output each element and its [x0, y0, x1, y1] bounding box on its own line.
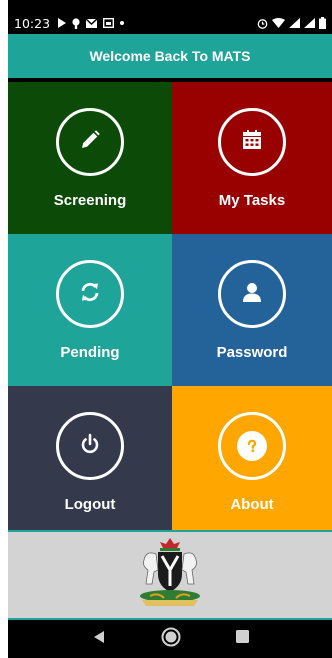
tile-label: Screening: [53, 192, 127, 209]
status-time: 10:23: [14, 15, 51, 31]
alarm-icon: [257, 18, 268, 29]
coat-of-arms-icon: [128, 536, 212, 615]
logout-tile[interactable]: Logout: [8, 386, 172, 530]
icon-circle: [218, 412, 286, 480]
my-tasks-tile[interactable]: My Tasks: [172, 82, 332, 234]
icon-circle: [56, 412, 124, 480]
signal-icon: [289, 18, 300, 28]
password-tile[interactable]: Password: [172, 234, 332, 386]
system-nav-bar: [8, 620, 332, 658]
pending-tile[interactable]: Pending: [8, 234, 172, 386]
location-pin-icon: [72, 17, 80, 29]
calendar-icon: [241, 129, 263, 156]
tile-label: About: [230, 496, 274, 513]
play-icon: [58, 18, 67, 28]
page-title: Welcome Back To MATS: [89, 48, 251, 64]
icon-circle: [218, 260, 286, 328]
mail-icon: [86, 18, 98, 28]
status-bar: 10:23: [8, 12, 332, 34]
wifi-icon: [272, 18, 285, 28]
app-header: Welcome Back To MATS: [8, 34, 332, 78]
tile-label: Pending: [60, 344, 120, 361]
tile-label: Logout: [64, 496, 116, 513]
back-icon[interactable]: [92, 630, 106, 649]
menu-grid: Screening My Tasks Pending Password Logo…: [8, 82, 332, 530]
dot-icon: [120, 21, 125, 25]
footer-emblem-panel: [8, 530, 332, 620]
screening-tile[interactable]: Screening: [8, 82, 172, 234]
tile-label: My Tasks: [218, 192, 286, 209]
user-icon: [241, 281, 263, 308]
signal-icon: [304, 18, 315, 28]
icon-circle: [56, 108, 124, 176]
pencil-icon: [78, 128, 102, 157]
media-icon: [103, 18, 115, 28]
icon-circle: [56, 260, 124, 328]
home-icon[interactable]: [161, 627, 181, 652]
question-icon: [237, 431, 267, 461]
battery-icon: [319, 17, 326, 29]
phone-screen: 10:23 Welcome Back To MATS Screening My …: [8, 0, 332, 658]
tile-label: Password: [216, 344, 288, 361]
recents-icon[interactable]: [235, 630, 249, 648]
power-icon: [78, 432, 102, 461]
refresh-icon: [78, 280, 102, 309]
about-tile[interactable]: About: [172, 386, 332, 530]
icon-circle: [218, 108, 286, 176]
